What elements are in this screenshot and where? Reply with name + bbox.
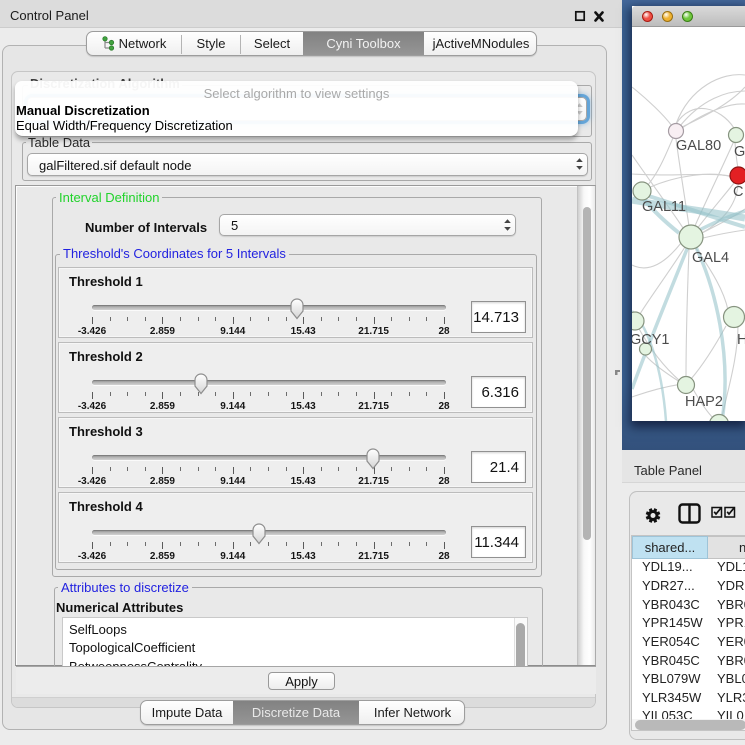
svg-text:C: C (733, 184, 743, 200)
svg-text:GAL80: GAL80 (676, 138, 721, 154)
svg-text:GAL4: GAL4 (692, 250, 729, 266)
svg-text:GCY1: GCY1 (632, 332, 670, 348)
svg-text:HA: HA (737, 332, 745, 348)
svg-text:GAL11: GAL11 (642, 199, 686, 215)
svg-text:HAP2: HAP2 (685, 394, 723, 410)
svg-text:GA: GA (734, 144, 745, 160)
